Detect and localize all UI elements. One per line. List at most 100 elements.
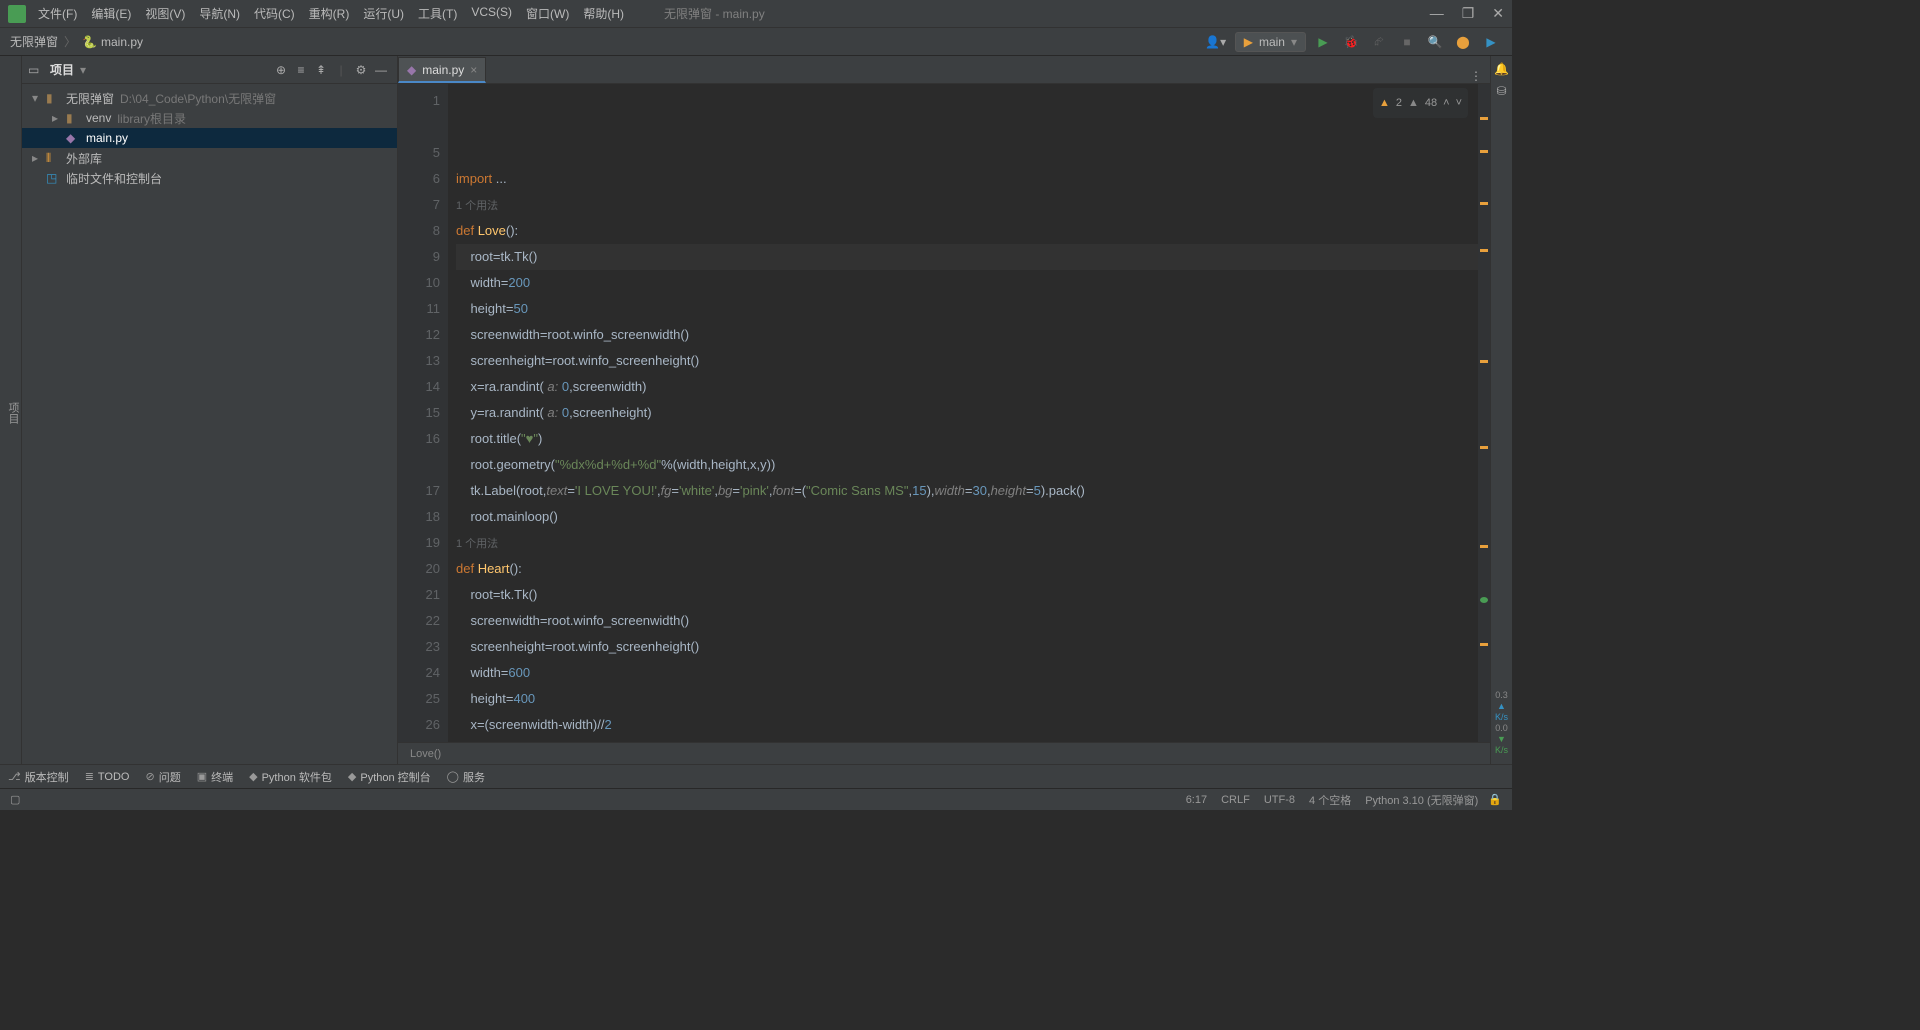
menu-view[interactable]: 视图(V) [145, 5, 185, 22]
file-encoding[interactable]: UTF-8 [1264, 794, 1295, 806]
code-line[interactable]: x=ra.randint( a: 0,screenwidth) [456, 374, 1478, 400]
tool-windows-icon[interactable]: ▢ [10, 793, 20, 806]
code-line[interactable]: screenheight=root.winfo_screenheight() [456, 634, 1478, 660]
caret-position[interactable]: 6:17 [1186, 794, 1207, 806]
indent-setting[interactable]: 4 个空格 [1309, 792, 1351, 808]
editor-body[interactable]: 1567891011121314151617181920212223242526… [398, 84, 1490, 742]
project-tree[interactable]: ▾ ▮ 无限弹窗 D:\04_Code\Python\无限弹窗 ▸ ▮ venv… [22, 84, 397, 764]
problems-icon: ⊘ [145, 770, 154, 783]
code-line[interactable]: x=(screenwidth-width)//2 [456, 712, 1478, 738]
code-line[interactable]: 1 个用法 [456, 192, 1478, 218]
code-breadcrumb[interactable]: Love() [398, 742, 1490, 764]
weak-warning-icon: ▲ [1408, 90, 1419, 116]
code-line[interactable]: def Love(): [456, 218, 1478, 244]
stop-button[interactable]: ■ [1396, 31, 1418, 53]
tree-venv-hint: library根目录 [117, 110, 186, 127]
tree-venv[interactable]: ▸ ▮ venv library根目录 [22, 108, 397, 128]
close-tab-icon[interactable]: × [470, 63, 477, 77]
chevron-down-icon[interactable]: ▾ [80, 63, 86, 77]
tab-project-stripe[interactable]: 项目 [5, 402, 21, 424]
breadcrumb-project[interactable]: 无限弹窗 [10, 33, 58, 50]
python-interpreter[interactable]: Python 3.10 (无限弹窗) [1365, 792, 1478, 808]
code-line[interactable]: def Heart(): [456, 556, 1478, 582]
run-config-selector[interactable]: ▶ main ▾ [1235, 32, 1306, 52]
inspection-widget[interactable]: ▲2 ▲48 ˄ ˅ [1373, 88, 1468, 118]
code-line[interactable]: screenwidth=root.winfo_screenwidth() [456, 608, 1478, 634]
run-coverage-button[interactable]: ⮳ [1368, 31, 1390, 53]
tree-main-file[interactable]: ◆ main.py [22, 128, 397, 148]
chevron-right-icon[interactable]: ▸ [52, 111, 66, 125]
menu-help[interactable]: 帮助(H) [583, 5, 624, 22]
warning-icon: ▲ [1379, 90, 1390, 116]
code-line[interactable]: root.geometry("%dx%d+%d+%d"%(width,heigh… [456, 452, 1478, 478]
prev-highlight-icon[interactable]: ˄ [1443, 90, 1449, 116]
maximize-icon[interactable]: ❐ [1462, 5, 1475, 22]
locate-button[interactable]: ⊕ [271, 63, 291, 77]
code-line[interactable]: screenheight=root.winfo_screenheight() [456, 348, 1478, 374]
user-icon[interactable]: 👤▾ [1205, 31, 1227, 53]
menu-edit[interactable]: 编辑(E) [91, 5, 131, 22]
menu-nav[interactable]: 导航(N) [199, 5, 240, 22]
code-line[interactable]: root=tk.Tk() [456, 244, 1478, 270]
breadcrumb-file[interactable]: main.py [101, 35, 143, 49]
tab-terminal[interactable]: ▣终端 [197, 769, 233, 785]
code-line[interactable]: root.mainloop() [456, 504, 1478, 530]
lock-icon[interactable]: 🔒 [1488, 793, 1502, 806]
menu-tools[interactable]: 工具(T) [418, 5, 457, 22]
code-line[interactable]: root=tk.Tk() [456, 582, 1478, 608]
python-file-icon: ◆ [66, 131, 82, 145]
tree-external-lib[interactable]: ▸ ⫴ 外部库 [22, 148, 397, 168]
project-header-title[interactable]: 项目 [50, 61, 74, 78]
menu-file[interactable]: 文件(F) [38, 5, 77, 22]
menu-vcs[interactable]: VCS(S) [471, 5, 512, 22]
code-line[interactable]: tk.Label(root,text='I LOVE YOU!',fg='whi… [456, 478, 1478, 504]
menu-window[interactable]: 窗口(W) [526, 5, 569, 22]
tab-version-control[interactable]: ⎇版本控制 [8, 769, 69, 785]
minimize-icon[interactable]: — [1430, 5, 1444, 22]
editor-tabs: ◆ main.py × ⋮ [398, 56, 1490, 84]
tab-todo[interactable]: ≣TODO [85, 770, 130, 783]
tab-python-packages[interactable]: ◆Python 软件包 [249, 769, 332, 785]
debug-button[interactable]: 🐞 [1340, 31, 1362, 53]
next-highlight-icon[interactable]: ˅ [1456, 90, 1462, 116]
line-ending[interactable]: CRLF [1221, 794, 1250, 806]
chevron-down-icon[interactable]: ▾ [32, 91, 46, 105]
code-line[interactable]: height=400 [456, 686, 1478, 712]
code-line[interactable]: y=ra.randint( a: 0,screenheight) [456, 400, 1478, 426]
expand-all-button[interactable]: ≡ [291, 63, 311, 77]
menu-refactor[interactable]: 重构(R) [309, 5, 350, 22]
tree-scratches[interactable]: ◳ 临时文件和控制台 [22, 168, 397, 188]
python-icon: ▶ [1244, 35, 1253, 49]
code-line[interactable]: root.title("♥") [456, 426, 1478, 452]
editor-tab-main[interactable]: ◆ main.py × [398, 57, 486, 83]
code-with-me-icon[interactable]: ▶ [1480, 31, 1502, 53]
settings-icon[interactable]: ⚙ [351, 63, 371, 77]
hide-button[interactable]: — [371, 63, 391, 77]
code-area[interactable]: ▲2 ▲48 ˄ ˅ import ...1 个用法def Love(): ro… [448, 84, 1478, 742]
database-icon[interactable]: ⛁ [1496, 84, 1506, 98]
run-button[interactable]: ▶ [1312, 31, 1334, 53]
code-line[interactable]: 1 个用法 [456, 530, 1478, 556]
editor-tabs-more-icon[interactable]: ⋮ [1470, 69, 1482, 83]
search-everywhere-icon[interactable]: 🔍 [1424, 31, 1446, 53]
ide-updates-icon[interactable]: ⬤ [1452, 31, 1474, 53]
chevron-right-icon[interactable]: ▸ [32, 151, 46, 165]
code-line[interactable]: height=50 [456, 296, 1478, 322]
code-line[interactable]: y=(screenheight-height)//2 [456, 738, 1478, 742]
overview-ruler[interactable] [1478, 84, 1490, 742]
code-line[interactable]: width=200 [456, 270, 1478, 296]
notifications-icon[interactable]: 🔔 [1494, 62, 1509, 76]
code-line[interactable]: import ... [456, 166, 1478, 192]
close-icon[interactable]: ✕ [1492, 5, 1504, 22]
menu-code[interactable]: 代码(C) [254, 5, 295, 22]
collapse-all-button[interactable]: ⇞ [311, 63, 331, 77]
tree-root[interactable]: ▾ ▮ 无限弹窗 D:\04_Code\Python\无限弹窗 [22, 88, 397, 108]
tab-services[interactable]: ◯服务 [447, 769, 485, 785]
code-line[interactable]: width=600 [456, 660, 1478, 686]
line-gutter[interactable]: 1567891011121314151617181920212223242526 [398, 84, 448, 742]
tab-python-console[interactable]: ◆Python 控制台 [348, 769, 431, 785]
project-view-icon[interactable]: ▭ [28, 63, 44, 77]
code-line[interactable]: screenwidth=root.winfo_screenwidth() [456, 322, 1478, 348]
menu-run[interactable]: 运行(U) [363, 5, 404, 22]
tab-problems[interactable]: ⊘问题 [145, 769, 180, 785]
